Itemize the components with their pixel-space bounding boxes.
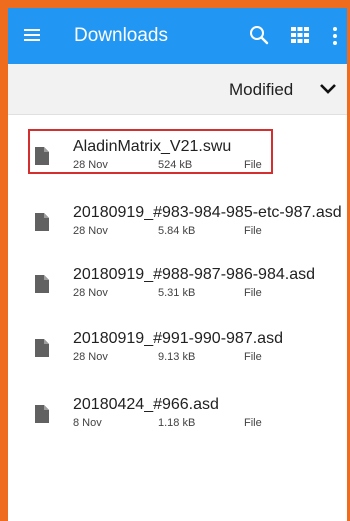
file-name: 20180919_#988-987-986-984.asd xyxy=(73,266,315,283)
file-icon xyxy=(34,146,50,166)
file-date: 28 Nov xyxy=(73,225,108,237)
menu-icon[interactable] xyxy=(24,26,44,46)
file-type: File xyxy=(244,351,262,363)
file-name: AladinMatrix_V21.swu xyxy=(73,138,232,155)
file-size: 5.31 kB xyxy=(158,287,196,299)
page-title: Downloads xyxy=(74,25,168,46)
file-date: 28 Nov xyxy=(73,351,108,363)
file-size: 524 kB xyxy=(158,159,193,171)
chevron-down-icon[interactable] xyxy=(319,81,337,97)
sort-bar: Modified xyxy=(8,64,347,115)
search-icon[interactable] xyxy=(248,24,270,46)
file-type: File xyxy=(244,159,262,171)
app-bar: Downloads xyxy=(8,8,347,64)
file-name: 20180424_#966.asd xyxy=(73,396,219,413)
file-date: 28 Nov xyxy=(73,159,108,171)
file-icon xyxy=(34,274,50,294)
sort-label[interactable]: Modified xyxy=(229,80,293,100)
file-size: 5.84 kB xyxy=(158,225,196,237)
frame-top-border xyxy=(0,0,350,8)
file-row[interactable]: 20180919_#991-990-987.asd 28 Nov 9.13 kB… xyxy=(8,330,347,380)
file-size: 1.18 kB xyxy=(158,417,196,429)
grid-view-icon[interactable] xyxy=(291,27,309,43)
file-name: 20180919_#991-990-987.asd xyxy=(73,330,283,347)
file-type: File xyxy=(244,287,262,299)
frame-left-border xyxy=(0,0,8,521)
file-row[interactable]: AladinMatrix_V21.swu 28 Nov 524 kB File xyxy=(8,138,347,188)
file-row[interactable]: 20180919_#983-984-985-etc-987.asd 28 Nov… xyxy=(8,204,347,254)
file-date: 8 Nov xyxy=(73,417,102,429)
file-type: File xyxy=(244,225,262,237)
more-vert-icon[interactable] xyxy=(330,24,340,48)
file-date: 28 Nov xyxy=(73,287,108,299)
file-icon xyxy=(34,338,50,358)
file-name: 20180919_#983-984-985-etc-987.asd xyxy=(73,204,342,221)
file-icon xyxy=(34,404,50,424)
file-row[interactable]: 20180424_#966.asd 8 Nov 1.18 kB File xyxy=(8,396,347,446)
file-icon xyxy=(34,212,50,232)
file-row[interactable]: 20180919_#988-987-986-984.asd 28 Nov 5.3… xyxy=(8,266,347,316)
file-size: 9.13 kB xyxy=(158,351,196,363)
file-type: File xyxy=(244,417,262,429)
